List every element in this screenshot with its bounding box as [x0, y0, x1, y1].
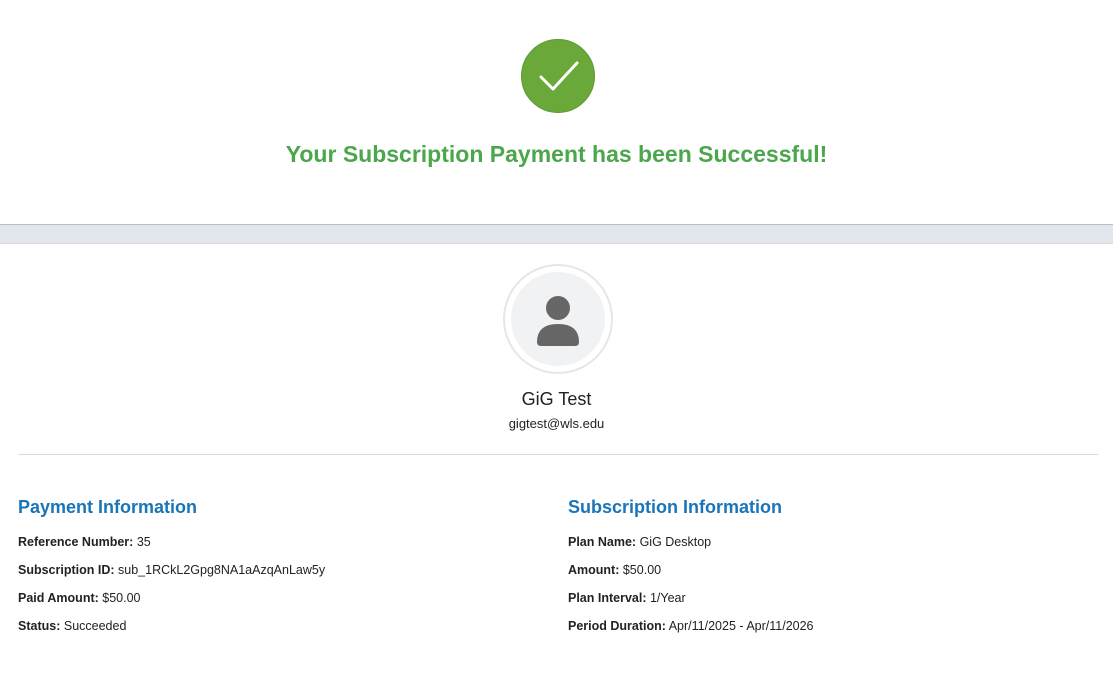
row-label: Plan Name: — [568, 535, 637, 549]
row-label: Subscription ID: — [18, 563, 115, 577]
row-value: 35 — [136, 535, 151, 549]
payment-row-subscription-id: Subscription ID: sub_1RCkL2Gpg8NA1aAzqAn… — [18, 562, 538, 578]
avatar — [503, 264, 613, 374]
subscription-row-plan-interval: Plan Interval: 1/Year — [568, 590, 1088, 606]
user-icon — [537, 296, 579, 346]
payment-information: Payment Information Reference Number: 35… — [18, 497, 538, 646]
payment-information-heading: Payment Information — [18, 497, 198, 517]
row-label: Reference Number: — [18, 535, 134, 549]
check-icon — [521, 39, 595, 113]
row-value: Apr/11/2025 - Apr/11/2026 — [668, 619, 814, 633]
row-value: 1/Year — [649, 591, 686, 605]
success-banner: Your Subscription Payment has been Succe… — [0, 0, 1113, 224]
success-title: Your Subscription Payment has been Succe… — [285, 141, 828, 167]
user-name: GiG Test — [521, 389, 592, 409]
row-value: GiG Desktop — [639, 535, 712, 549]
row-label: Amount: — [568, 563, 620, 577]
payment-row-paid-amount: Paid Amount: $50.00 — [18, 590, 538, 606]
row-value: $50.00 — [102, 591, 141, 605]
row-value: Succeeded — [63, 619, 127, 633]
user-email: gigtest@wls.edu — [508, 416, 605, 431]
payment-row-status: Status: Succeeded — [18, 618, 538, 634]
row-label: Status: — [18, 619, 61, 633]
subscription-row-amount: Amount: $50.00 — [568, 562, 1088, 578]
subscription-information: Subscription Information Plan Name: GiG … — [568, 497, 1088, 646]
row-label: Period Duration: — [568, 619, 666, 633]
section-divider — [0, 224, 1113, 244]
row-label: Paid Amount: — [18, 591, 99, 605]
subscription-information-heading: Subscription Information — [568, 497, 782, 517]
subscription-row-plan-name: Plan Name: GiG Desktop — [568, 534, 1088, 550]
divider — [18, 454, 1098, 455]
row-value: $50.00 — [622, 563, 662, 577]
user-profile: GiG Test gigtest@wls.edu — [0, 244, 1113, 455]
row-label: Plan Interval: — [568, 591, 647, 605]
row-value: sub_1RCkL2Gpg8NA1aAzqAnLaw5y — [118, 563, 326, 577]
subscription-row-period-duration: Period Duration: Apr/11/2025 - Apr/11/20… — [568, 618, 1088, 634]
payment-row-reference: Reference Number: 35 — [18, 534, 538, 550]
